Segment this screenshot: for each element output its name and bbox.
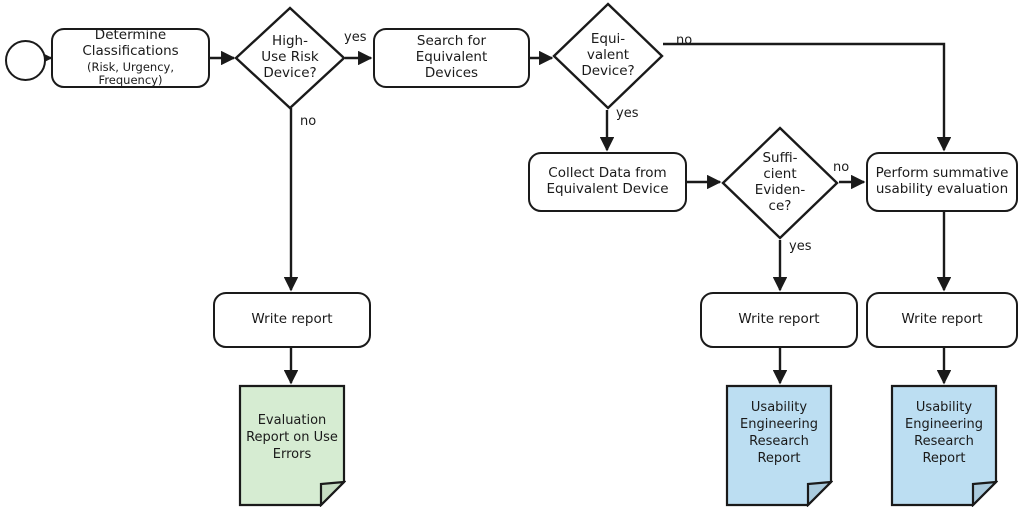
node-collect-data-line1: Collect Data from [548,165,667,182]
edge-label-sufficient-no: no [833,160,850,175]
node-high-use-risk-device-line1: High- [272,33,308,50]
edge-label-sufficient-yes: yes [789,239,812,254]
node-usability-report-document-middle-line2: Engineering [740,416,818,432]
node-equivalent-device-label: Equi- valent Device? [552,2,664,110]
node-collect-data[interactable]: Collect Data from Equivalent Device [528,152,687,212]
node-sufficient-evidence-line2: cient [763,166,797,183]
node-high-use-risk-device-label: High- Use Risk Device? [234,6,346,110]
node-equivalent-device-line3: Device? [581,62,635,79]
node-equivalent-device-line2: valent [586,47,630,64]
node-perform-summative-evaluation[interactable]: Perform summative usability evaluation [866,152,1018,212]
node-high-use-risk-device[interactable]: High- Use Risk Device? [234,6,346,110]
node-evaluation-report-document[interactable]: Evaluation Report on Use Errors [238,384,346,507]
node-determine-classifications-line1: Determine [94,27,167,44]
node-usability-report-document-right-label: Usability Engineering Research Report [890,400,998,468]
node-perform-summative-evaluation-line1: Perform summative [875,165,1009,182]
node-usability-report-document-right-line2: Engineering [905,416,983,432]
node-write-report-middle-label: Write report [738,311,820,328]
node-usability-report-document-middle-line4: Report [757,450,801,466]
node-usability-report-document-middle-line1: Usability [750,400,808,415]
node-usability-report-document-right-line1: Usability [915,400,973,415]
node-determine-classifications[interactable]: Determine Classifications (Risk, Urgency… [51,27,210,88]
node-search-equivalent-devices-line2: Devices [424,64,479,81]
node-evaluation-report-document-line1: Evaluation [257,413,327,428]
node-evaluation-report-document-line3: Errors [272,446,312,462]
node-evaluation-report-document-label: Evaluation Report on Use Errors [238,413,346,464]
node-sufficient-evidence[interactable]: Suffi- cient Eviden- ce? [721,126,839,240]
node-write-report-right-label: Write report [901,311,983,328]
node-determine-classifications-line2: Classifications [82,42,179,59]
node-collect-data-line2: Equivalent Device [546,181,669,197]
node-high-use-risk-device-line3: Device? [263,64,317,81]
node-usability-report-document-middle-label: Usability Engineering Research Report [725,400,833,468]
start-terminator[interactable] [5,40,46,81]
node-sufficient-evidence-line4: ce? [768,197,792,214]
node-sufficient-evidence-line3: Eviden- [754,182,806,198]
node-usability-report-document-right-line4: Report [922,450,966,466]
node-write-report-left[interactable]: Write report [213,292,371,348]
node-search-equivalent-devices[interactable]: Search for Equivalent Devices [373,28,530,88]
node-search-equivalent-devices-line1: Search for Equivalent [415,33,488,66]
node-equivalent-device-line1: Equi- [590,31,626,48]
node-usability-report-document-middle[interactable]: Usability Engineering Research Report [725,384,833,507]
node-write-report-left-label: Write report [251,311,333,328]
node-usability-report-document-middle-line3: Research [749,433,809,449]
node-sufficient-evidence-line1: Suffi- [762,150,798,167]
flowchart-canvas: Determine Classifications (Risk, Urgency… [0,0,1024,509]
edge-label-equivalent-no: no [676,33,693,48]
node-determine-classifications-line3: (Risk, Urgency, Frequency) [86,59,175,88]
edge-label-equivalent-yes: yes [616,106,639,121]
edge-label-highrisk-yes: yes [344,30,367,45]
node-equivalent-device[interactable]: Equi- valent Device? [552,2,664,110]
node-write-report-middle[interactable]: Write report [700,292,858,348]
node-usability-report-document-right[interactable]: Usability Engineering Research Report [890,384,998,507]
node-high-use-risk-device-line2: Use Risk [261,49,319,66]
node-evaluation-report-document-line2: Report on Use [246,429,338,445]
node-write-report-right[interactable]: Write report [866,292,1018,348]
node-usability-report-document-right-line3: Research [914,433,974,449]
node-perform-summative-evaluation-line2: usability evaluation [875,181,1009,197]
edge-label-highrisk-no: no [300,114,317,129]
node-sufficient-evidence-label: Suffi- cient Eviden- ce? [721,126,839,240]
